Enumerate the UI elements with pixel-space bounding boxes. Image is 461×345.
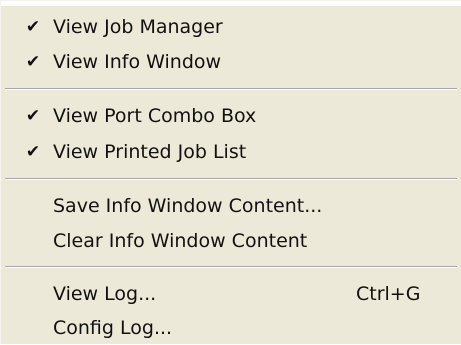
menu-separator [5,88,457,90]
menu-item-clear-info-window-content[interactable]: Clear Info Window Content [1,224,461,258]
menu-item-view-log[interactable]: View Log... Ctrl+G [1,277,461,311]
menu-item-label: View Info Window [53,51,222,73]
check-icon: ✔ [25,106,41,126]
menu-item-view-port-combo-box[interactable]: ✔ View Port Combo Box [1,99,461,133]
menu-item-label: Save Info Window Content... [53,195,323,217]
menu-item-config-log[interactable]: Config Log... [1,311,461,345]
check-icon: ✔ [25,142,41,162]
menu-item-label: View Log... [53,283,157,305]
check-icon: ✔ [25,17,41,37]
menu-item-label: View Job Manager [53,16,223,38]
menu-item-view-printed-job-list[interactable]: ✔ View Printed Job List [1,135,461,169]
menu-item-view-info-window[interactable]: ✔ View Info Window [1,45,461,79]
check-icon: ✔ [25,52,41,72]
menu-item-label: Clear Info Window Content [53,230,308,252]
menu-item-save-info-window-content[interactable]: Save Info Window Content... [1,189,461,223]
menu-item-view-job-manager[interactable]: ✔ View Job Manager [1,10,461,44]
menu-item-label: View Printed Job List [53,141,247,163]
menu-separator [5,266,457,268]
menu-separator [5,178,457,180]
menu-item-label: Config Log... [53,317,173,339]
menu-item-label: View Port Combo Box [53,105,257,127]
context-menu: ✔ View Job Manager ✔ View Info Window ✔ … [0,0,461,344]
menu-item-shortcut: Ctrl+G [356,283,421,305]
